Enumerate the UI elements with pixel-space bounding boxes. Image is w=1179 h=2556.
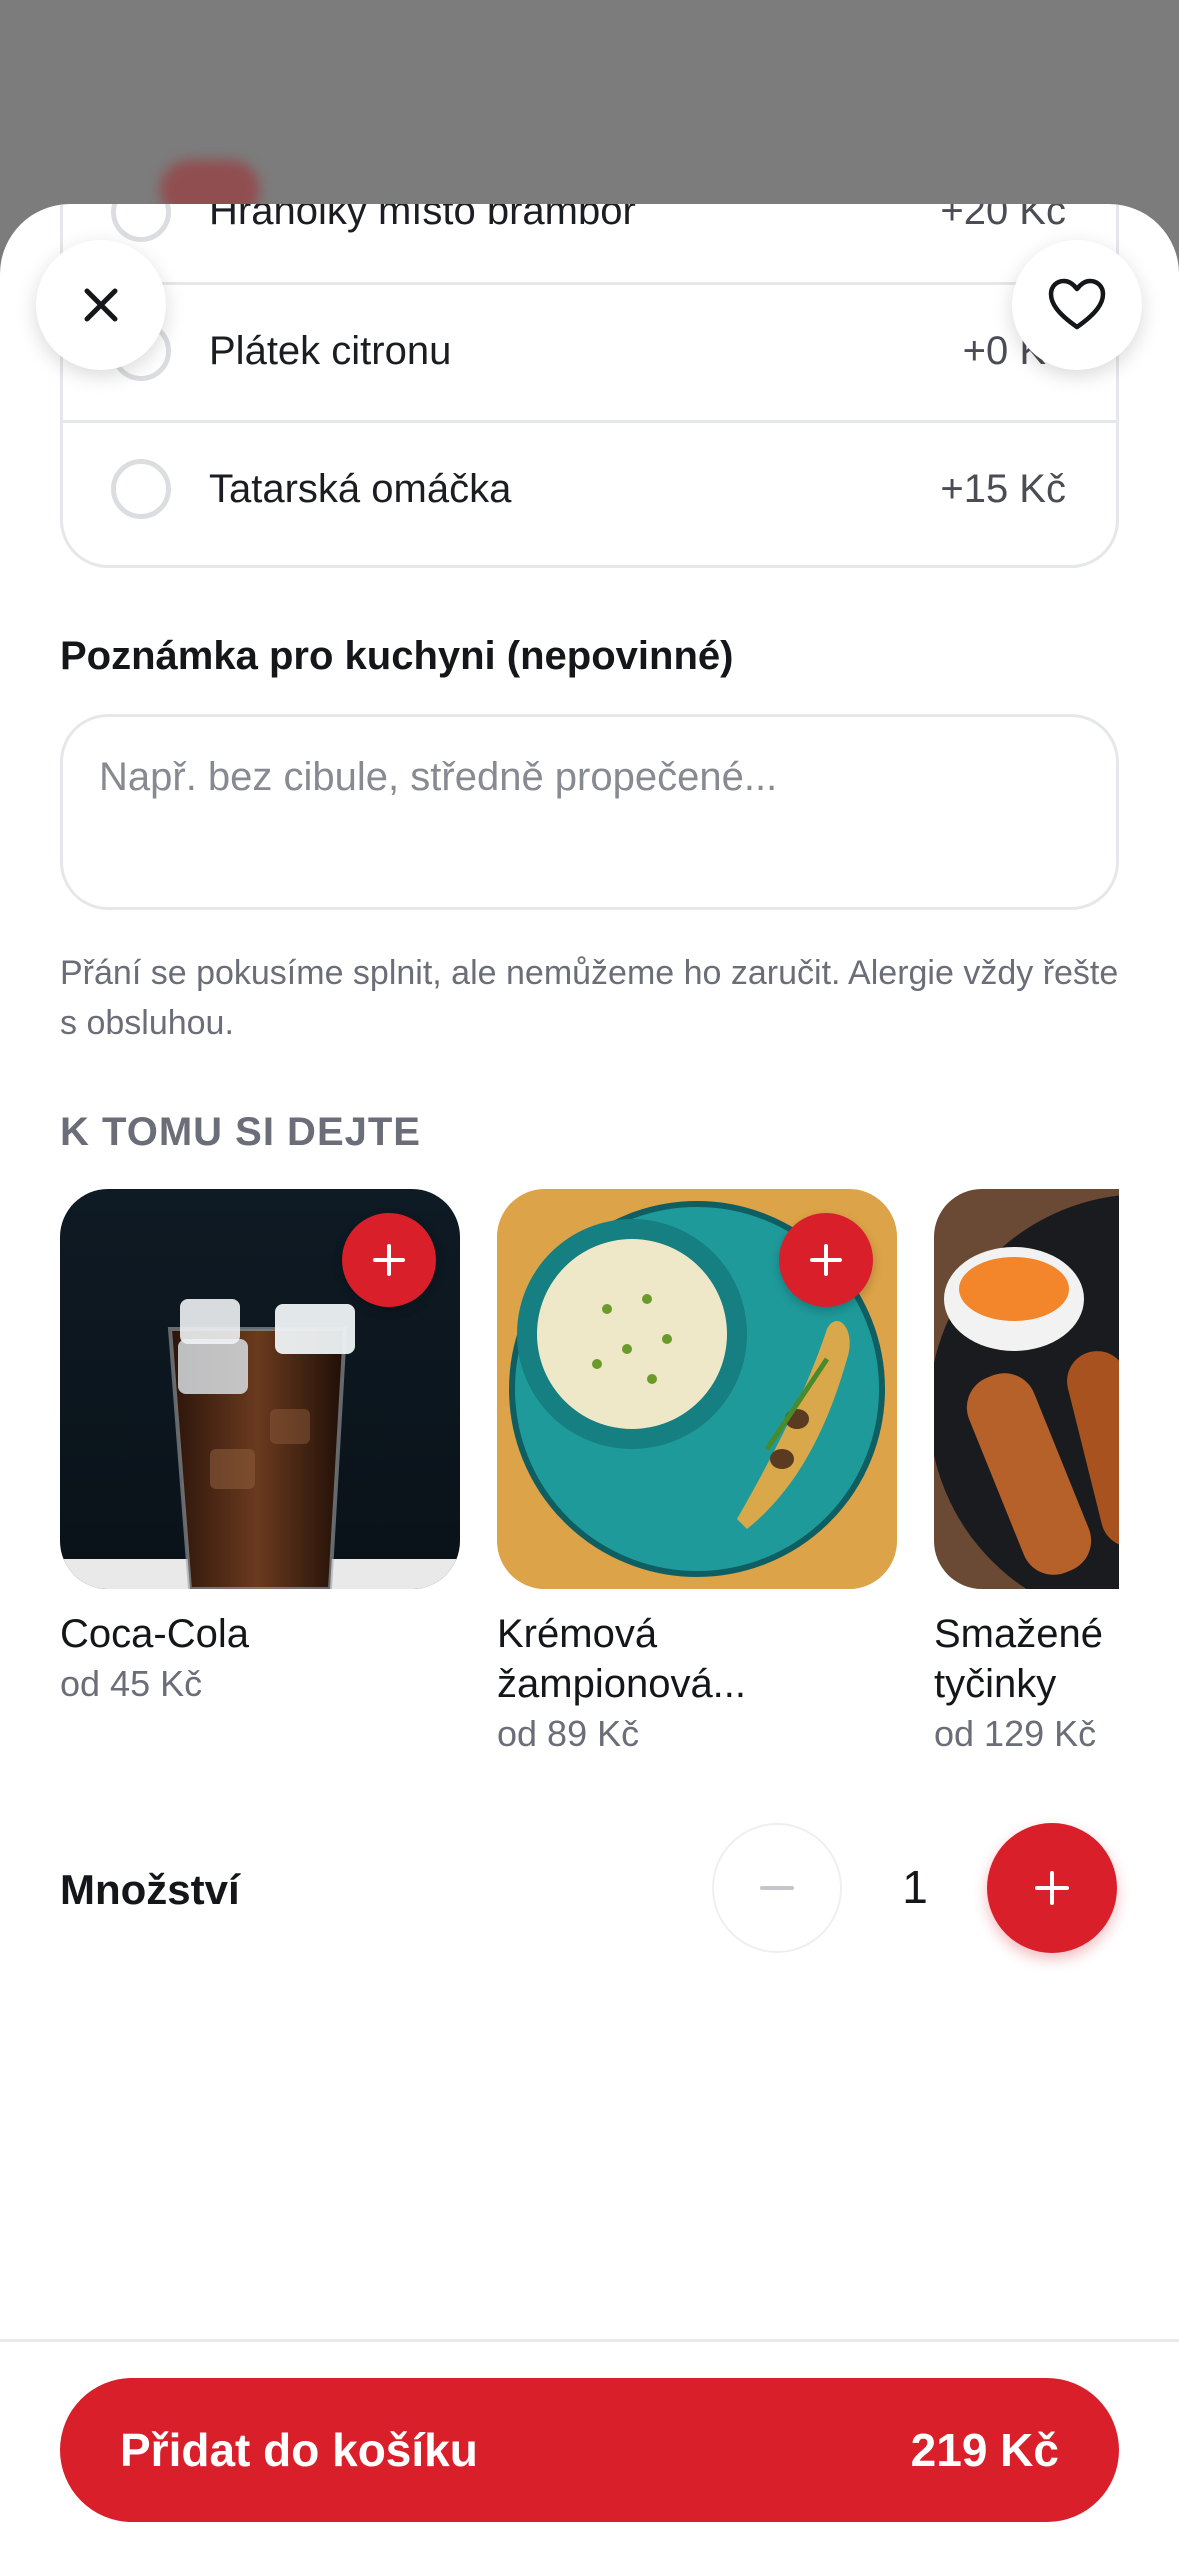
note-title: Poznámka pro kuchyni (nepovinné) xyxy=(60,634,734,678)
upsell-price: od 89 Kč xyxy=(497,1713,640,1754)
option-row[interactable]: Plátek citronu +0 Kč xyxy=(63,282,1116,417)
quantity-value: 1 xyxy=(902,1861,928,1913)
add-to-cart-label: Přidat do košíku xyxy=(120,2424,478,2476)
increase-quantity-button[interactable] xyxy=(987,1823,1117,1953)
upsell-title: K TOMU SI DEJTE xyxy=(60,1110,421,1154)
fried-sticks-image xyxy=(934,1189,1119,1589)
upsell-image[interactable] xyxy=(60,1189,460,1589)
add-upsell-button[interactable] xyxy=(342,1213,436,1307)
upsell-image[interactable] xyxy=(497,1189,897,1589)
close-button[interactable] xyxy=(36,240,166,370)
option-label: Tatarská omáčka xyxy=(209,466,512,511)
options-card: Hranolky místo brambor +20 Kč Plátek cit… xyxy=(60,204,1119,568)
plus-icon xyxy=(1035,1871,1069,1905)
option-price: +15 Kč xyxy=(940,466,1066,511)
option-row[interactable]: Hranolky místo brambor +20 Kč xyxy=(63,204,1116,279)
minus-icon xyxy=(760,1886,794,1890)
upsell-card[interactable]: Smažené tyčinky od 129 Kč xyxy=(934,1189,1119,1759)
sheet-footer: Přidat do košíku 219 Kč xyxy=(0,2339,1179,2556)
option-price: +20 Kč xyxy=(940,204,1066,233)
sheet-content[interactable]: Hranolky místo brambor +20 Kč Plátek cit… xyxy=(0,204,1179,2339)
option-radio[interactable] xyxy=(111,459,171,519)
plus-icon xyxy=(373,1244,405,1276)
add-to-cart-button[interactable]: Přidat do košíku 219 Kč xyxy=(60,2378,1119,2522)
upsell-name: Krémová žampionová... xyxy=(497,1612,747,1706)
upsell-image[interactable] xyxy=(934,1189,1119,1589)
quantity-label: Množství xyxy=(60,1866,240,1913)
note-disclaimer: Přání se pokusíme splnit, ale nemůžeme h… xyxy=(60,954,1119,1042)
upsell-name: Smažené tyčinky xyxy=(934,1612,1103,1706)
decrease-quantity-button[interactable] xyxy=(712,1823,842,1953)
upsell-name: Coca-Cola xyxy=(60,1612,249,1656)
kitchen-note-input[interactable] xyxy=(60,714,1119,910)
option-row[interactable]: Tatarská omáčka +15 Kč xyxy=(63,420,1116,555)
upsell-carousel[interactable]: Coca-Cola od 45 Kč Krémová žampionová...… xyxy=(60,1189,1119,1789)
heart-icon xyxy=(1048,278,1106,330)
option-label: Plátek citronu xyxy=(209,328,452,373)
product-sheet: Hranolky místo brambor +20 Kč Plátek cit… xyxy=(0,204,1179,2556)
option-radio[interactable] xyxy=(111,204,171,242)
upsell-card[interactable]: Krémová žampionová... od 89 Kč xyxy=(497,1189,897,1759)
option-label: Hranolky místo brambor xyxy=(209,204,636,233)
upsell-price: od 45 Kč xyxy=(60,1663,203,1704)
add-to-cart-price: 219 Kč xyxy=(910,2424,1059,2476)
upsell-card[interactable]: Coca-Cola od 45 Kč xyxy=(60,1189,460,1709)
upsell-price: od 129 Kč xyxy=(934,1713,1097,1754)
add-upsell-button[interactable] xyxy=(779,1213,873,1307)
plus-icon xyxy=(810,1244,842,1276)
close-icon xyxy=(84,288,118,322)
favorite-button[interactable] xyxy=(1012,240,1142,370)
